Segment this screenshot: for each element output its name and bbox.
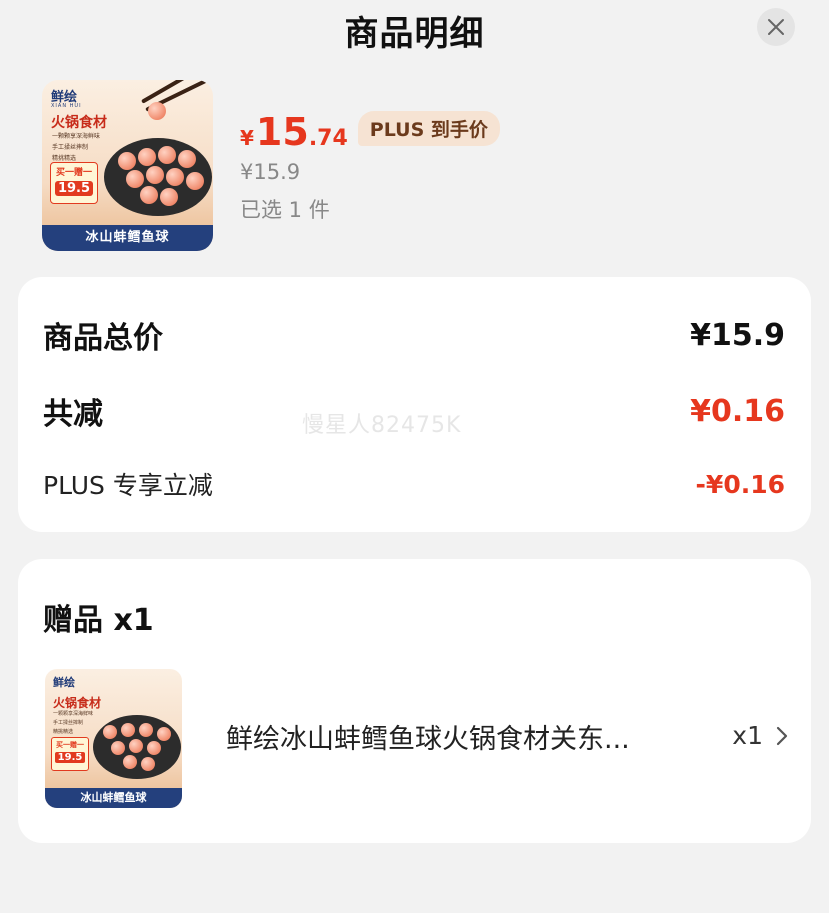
product-summary: 鲜绘 XIAN HUI 火锅食材 一颗颗享深海鲜味 手工揉丝摔制 精挑精选 买一…: [42, 80, 802, 255]
price-summary-card: 商品总价 ¥15.9 共减 ¥0.16 PLUS 专享立减 -¥0.16: [18, 277, 811, 532]
plus-discount-label: PLUS 专享立减: [43, 471, 213, 500]
image-brand-sub: XIAN HUI: [51, 103, 82, 109]
image-features: 一颗颗享深海鲜味 手工揉丝摔制 精挑精选: [52, 133, 101, 162]
original-price: ¥15.9: [240, 160, 301, 184]
chevron-right-icon: [776, 726, 788, 746]
currency-symbol: ¥: [240, 126, 254, 150]
total-price-value: ¥15.9: [690, 317, 785, 353]
close-icon: [768, 19, 784, 35]
gift-card: 赠品 x1 鲜绘 火锅食材 一颗颗享深海鲜味 手工揉丝摔制 精挑精选 买一赠一 …: [18, 559, 811, 843]
product-image[interactable]: 鲜绘 XIAN HUI 火锅食材 一颗颗享深海鲜味 手工揉丝摔制 精挑精选 买一…: [42, 80, 213, 251]
discount-label: 共减: [43, 397, 103, 432]
price-block: ¥ 15 .74 PLUS 到手价 ¥15.9 已选 1 件: [240, 110, 500, 224]
gift-item-name: 鲜绘冰山蚌鳕鱼球火锅食材关东...: [226, 724, 630, 755]
watermark: 慢星人82475K: [302, 413, 462, 438]
price-integer: 15: [255, 110, 309, 154]
plus-discount-value: -¥0.16: [695, 469, 785, 499]
total-price-label: 商品总价: [43, 321, 163, 356]
product-detail-sheet: 商品明细 鲜绘 XIAN HUI 火锅食材 一颗颗享深海鲜味 手工揉丝摔制 精挑…: [0, 0, 829, 913]
image-bottom-label: 冰山蚌鳕鱼球: [42, 225, 213, 251]
gift-item-quantity: x1: [732, 721, 763, 750]
image-plate: [104, 138, 212, 216]
discount-value: ¥0.16: [690, 393, 785, 429]
plus-price: ¥ 15 .74 PLUS 到手价: [240, 110, 500, 154]
plus-price-tag: PLUS 到手价: [357, 110, 500, 146]
total-price-row: 商品总价 ¥15.9: [43, 313, 785, 357]
sheet-header: 商品明细: [0, 0, 829, 60]
image-promo-badge: 买一赠一 19.5: [50, 162, 98, 204]
gift-image: 鲜绘 火锅食材 一颗颗享深海鲜味 手工揉丝摔制 精挑精选 买一赠一 19.5 冰…: [45, 669, 182, 808]
gift-item[interactable]: 鲜绘 火锅食材 一颗颗享深海鲜味 手工揉丝摔制 精挑精选 买一赠一 19.5 冰…: [43, 669, 791, 809]
plus-discount-row: PLUS 专享立减 -¥0.16: [43, 466, 785, 502]
sheet-title: 商品明细: [344, 14, 485, 54]
close-button[interactable]: [757, 8, 795, 46]
image-category: 火锅食材: [51, 115, 107, 131]
selected-count: 已选 1 件: [240, 198, 330, 222]
price-decimal: .74: [308, 126, 348, 151]
gift-title: 赠品 x1: [43, 603, 154, 638]
